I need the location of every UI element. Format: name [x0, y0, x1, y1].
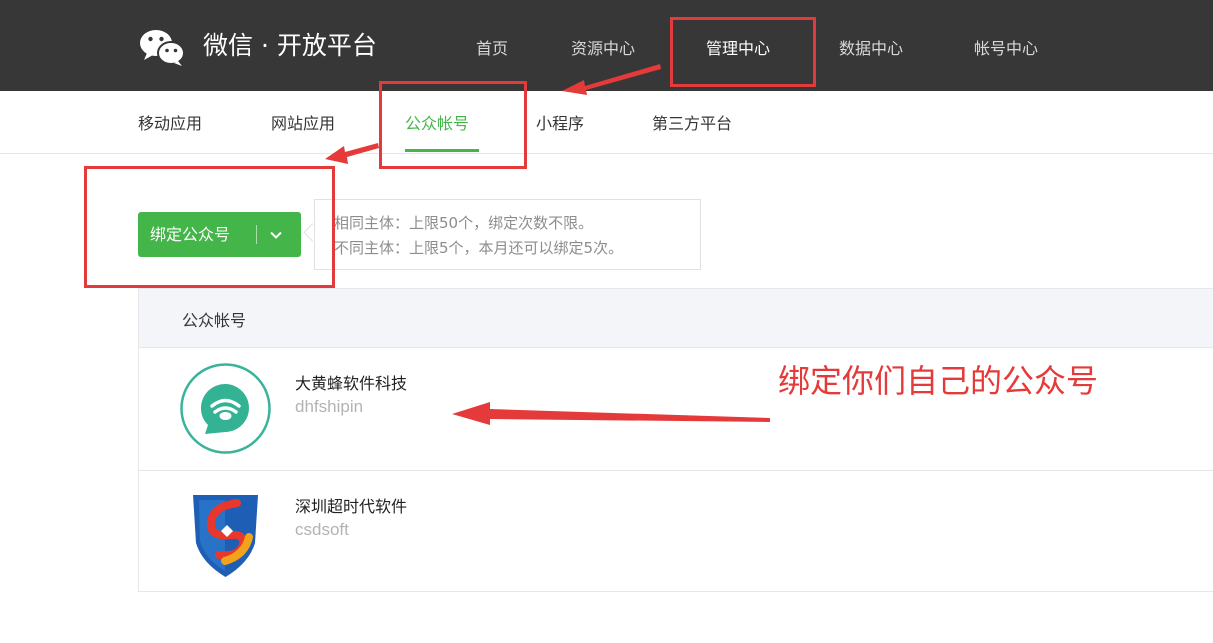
arrow-to-official-accounts-tab [562, 64, 661, 95]
annotation-arrows [325, 64, 770, 425]
arrow-to-first-account [452, 402, 770, 425]
arrow-to-bind-button [325, 143, 379, 164]
annotation-bind-own-account: 绑定你们自己的公众号 [778, 362, 1099, 400]
